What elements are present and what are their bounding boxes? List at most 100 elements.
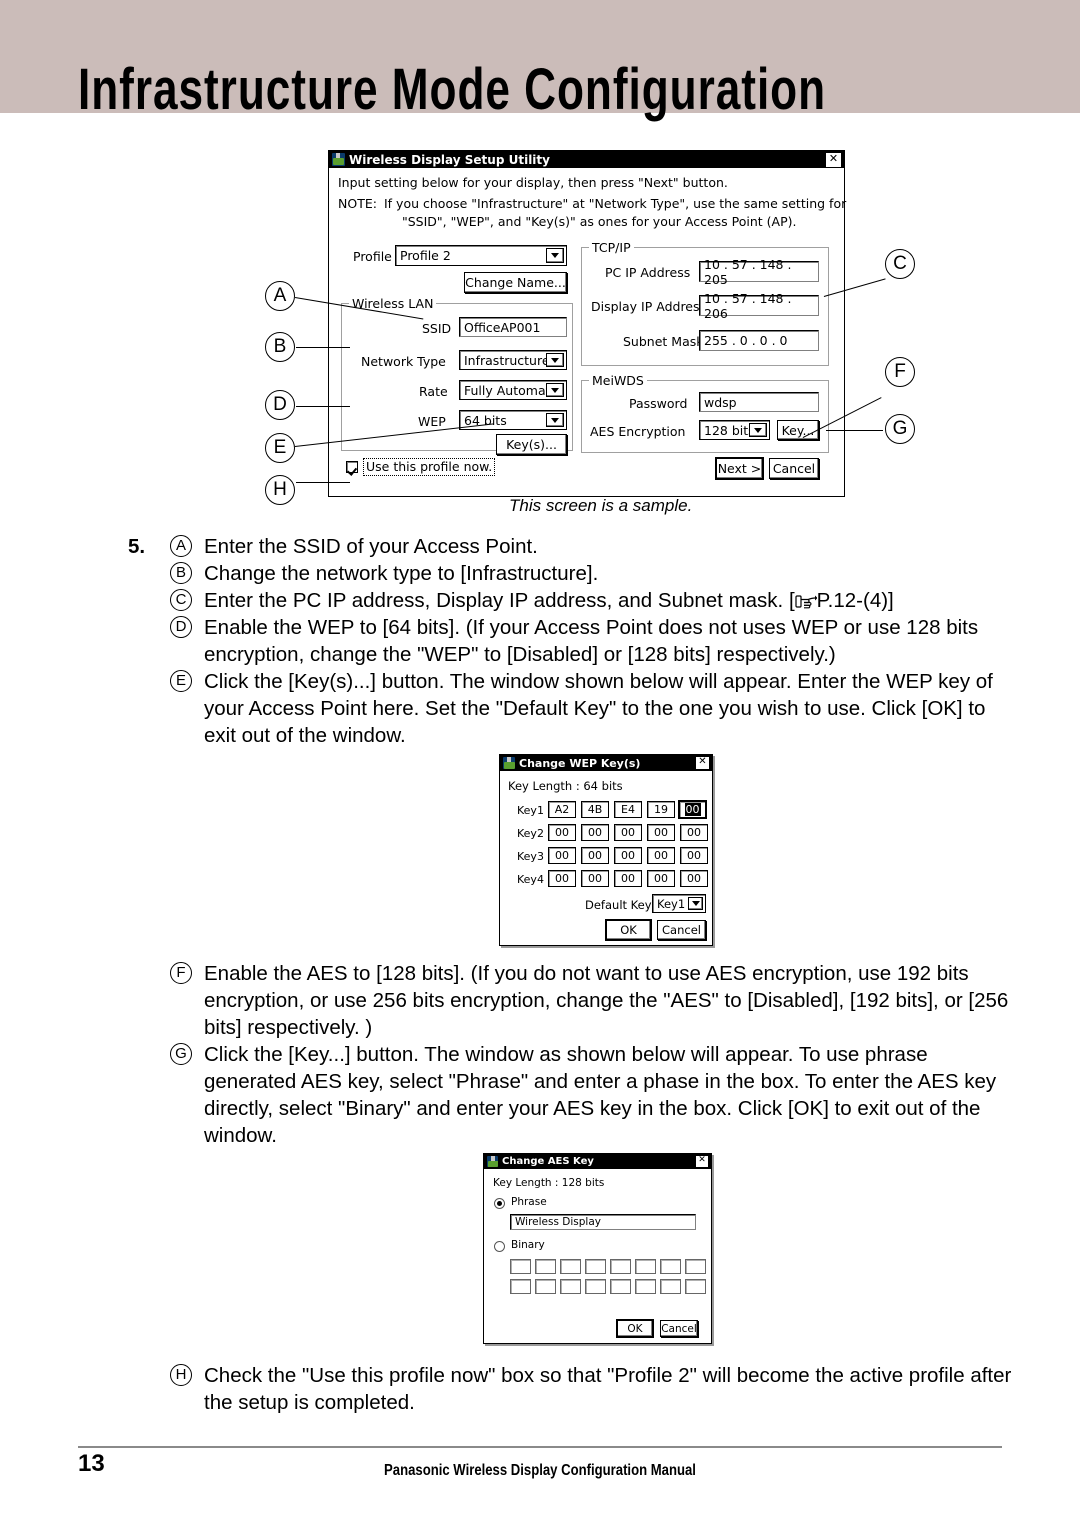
network-type-value: Infrastructure <box>464 352 550 368</box>
key1-cell-5-value: 00 <box>684 803 701 816</box>
network-type-select[interactable]: Infrastructure <box>459 350 567 370</box>
chevron-down-icon[interactable] <box>546 353 564 367</box>
use-profile-now-checkbox[interactable] <box>346 461 358 473</box>
phrase-radio[interactable] <box>494 1198 505 1209</box>
key3-cell-4[interactable]: 00 <box>647 847 675 864</box>
key2-cell-4[interactable]: 00 <box>647 824 675 841</box>
key3-cell-1[interactable]: 00 <box>548 847 576 864</box>
close-icon[interactable]: ✕ <box>695 1155 709 1168</box>
rate-select[interactable]: Fully Automatic <box>459 380 567 400</box>
list-item: B Change the network type to [Infrastruc… <box>128 560 1018 587</box>
binary-cell-16[interactable] <box>685 1279 706 1294</box>
callout-a: A <box>265 281 295 311</box>
key1-cell-3[interactable]: E4 <box>614 801 642 818</box>
binary-cell-7[interactable] <box>660 1259 681 1274</box>
page-title: Infrastructure Mode Configuration <box>78 55 827 122</box>
phrase-input[interactable]: Wireless Display <box>510 1214 696 1230</box>
item-marker-e: E <box>170 670 192 692</box>
key2-cell-2[interactable]: 00 <box>581 824 609 841</box>
key1-cell-2-value: 4B <box>587 803 603 816</box>
password-input[interactable]: wdsp <box>699 392 819 412</box>
chevron-down-icon[interactable] <box>688 897 703 910</box>
footer-divider <box>78 1446 1002 1448</box>
key4-cell-5[interactable]: 00 <box>680 870 708 887</box>
binary-cell-6[interactable] <box>635 1259 656 1274</box>
aes-dialog-title: Change AES Key <box>502 1156 594 1167</box>
key4-cell-2[interactable]: 00 <box>581 870 609 887</box>
ssid-input[interactable]: OfficeAP001 <box>459 317 567 337</box>
key3-cell-2[interactable]: 00 <box>581 847 609 864</box>
cancel-button[interactable]: Cancel <box>769 458 819 479</box>
default-key-select[interactable]: Key1 <box>652 894 706 913</box>
key3-cell-3[interactable]: 00 <box>614 847 642 864</box>
binary-cell-8[interactable] <box>685 1259 706 1274</box>
close-icon[interactable]: ✕ <box>825 151 842 168</box>
default-key-value: Key1 <box>657 896 686 911</box>
key4-cell-1[interactable]: 00 <box>548 870 576 887</box>
item-marker-f: F <box>170 962 192 984</box>
binary-radio[interactable] <box>494 1241 505 1252</box>
wep-ok-button[interactable]: OK <box>606 920 651 940</box>
binary-cell-2[interactable] <box>535 1259 556 1274</box>
binary-cell-11[interactable] <box>560 1279 581 1294</box>
chevron-down-icon[interactable] <box>546 248 564 263</box>
close-icon[interactable]: ✕ <box>695 756 710 770</box>
display-ip-input[interactable]: 10 . 57 . 148 . 206 <box>699 291 819 321</box>
chevron-down-icon[interactable] <box>749 423 767 437</box>
change-name-button[interactable]: Change Name... <box>464 272 567 293</box>
key2-cell-1[interactable]: 00 <box>548 824 576 841</box>
key2-cell-5[interactable]: 00 <box>680 824 708 841</box>
wep-cancel-button[interactable]: Cancel <box>657 920 706 940</box>
key4-cell-4[interactable]: 00 <box>647 870 675 887</box>
leader-line-g <box>826 430 883 432</box>
binary-cell-15[interactable] <box>660 1279 681 1294</box>
wep-keys-button[interactable]: Key(s)... <box>496 434 567 455</box>
list-item: D Enable the WEP to [64 bits]. (If your … <box>128 614 1018 668</box>
subnet-mask-input[interactable]: 255 . 0 . 0 . 0 <box>699 330 819 351</box>
note-line-2: "SSID", "WEP", and "Key(s)" as ones for … <box>402 214 797 229</box>
next-button[interactable]: Next > <box>716 458 763 479</box>
binary-cell-4[interactable] <box>585 1259 606 1274</box>
profile-select[interactable]: Profile 2 <box>395 245 567 266</box>
aes-key-button[interactable]: Key... <box>777 420 819 440</box>
app-icon <box>503 757 515 769</box>
aes-encryption-select[interactable]: 128 bits <box>699 420 770 440</box>
password-value: wdsp <box>704 394 737 410</box>
item-text-e: Click the [Key(s)...] button. The window… <box>204 670 993 747</box>
chevron-down-icon[interactable] <box>546 413 564 427</box>
chevron-down-icon[interactable] <box>546 383 564 397</box>
key4-cell-3[interactable]: 00 <box>614 870 642 887</box>
binary-cell-14[interactable] <box>635 1279 656 1294</box>
callout-d: D <box>265 390 295 420</box>
key2-cell-3[interactable]: 00 <box>614 824 642 841</box>
pointing-hand-icon <box>795 589 818 609</box>
binary-cell-5[interactable] <box>610 1259 631 1274</box>
binary-cell-3[interactable] <box>560 1259 581 1274</box>
binary-cell-1[interactable] <box>510 1259 531 1274</box>
aes-cancel-button[interactable]: Cancel <box>660 1320 698 1337</box>
key2-cell-4-value: 00 <box>654 826 668 839</box>
key4-cell-3-value: 00 <box>621 872 635 885</box>
tcpip-group-title: TCP/IP <box>589 240 634 255</box>
key4-label: Key4 <box>517 873 544 886</box>
binary-cell-10[interactable] <box>535 1279 556 1294</box>
binary-cell-9[interactable] <box>510 1279 531 1294</box>
aes-ok-button[interactable]: OK <box>617 1320 653 1337</box>
app-icon <box>332 153 345 166</box>
aes-encryption-value: 128 bits <box>704 422 755 438</box>
key1-cell-2[interactable]: 4B <box>581 801 609 818</box>
profile-select-value: Profile 2 <box>400 248 451 263</box>
key1-cell-5[interactable]: 00 <box>678 800 707 819</box>
footer-text: Panasonic Wireless Display Configuration… <box>384 1462 696 1479</box>
pc-ip-value: 10 . 57 . 148 . 205 <box>704 256 792 287</box>
leader-line-b <box>296 347 350 349</box>
binary-cell-13[interactable] <box>610 1279 631 1294</box>
key1-cell-4[interactable]: 19 <box>647 801 675 818</box>
key3-cell-5-value: 00 <box>687 849 701 862</box>
binary-cell-12[interactable] <box>585 1279 606 1294</box>
key1-cell-1[interactable]: A2 <box>548 801 576 818</box>
callout-c: C <box>885 249 915 279</box>
key3-cell-5[interactable]: 00 <box>680 847 708 864</box>
wep-select[interactable]: 64 bits <box>459 410 567 430</box>
pc-ip-input[interactable]: 10 . 57 . 148 . 205 <box>699 257 819 287</box>
